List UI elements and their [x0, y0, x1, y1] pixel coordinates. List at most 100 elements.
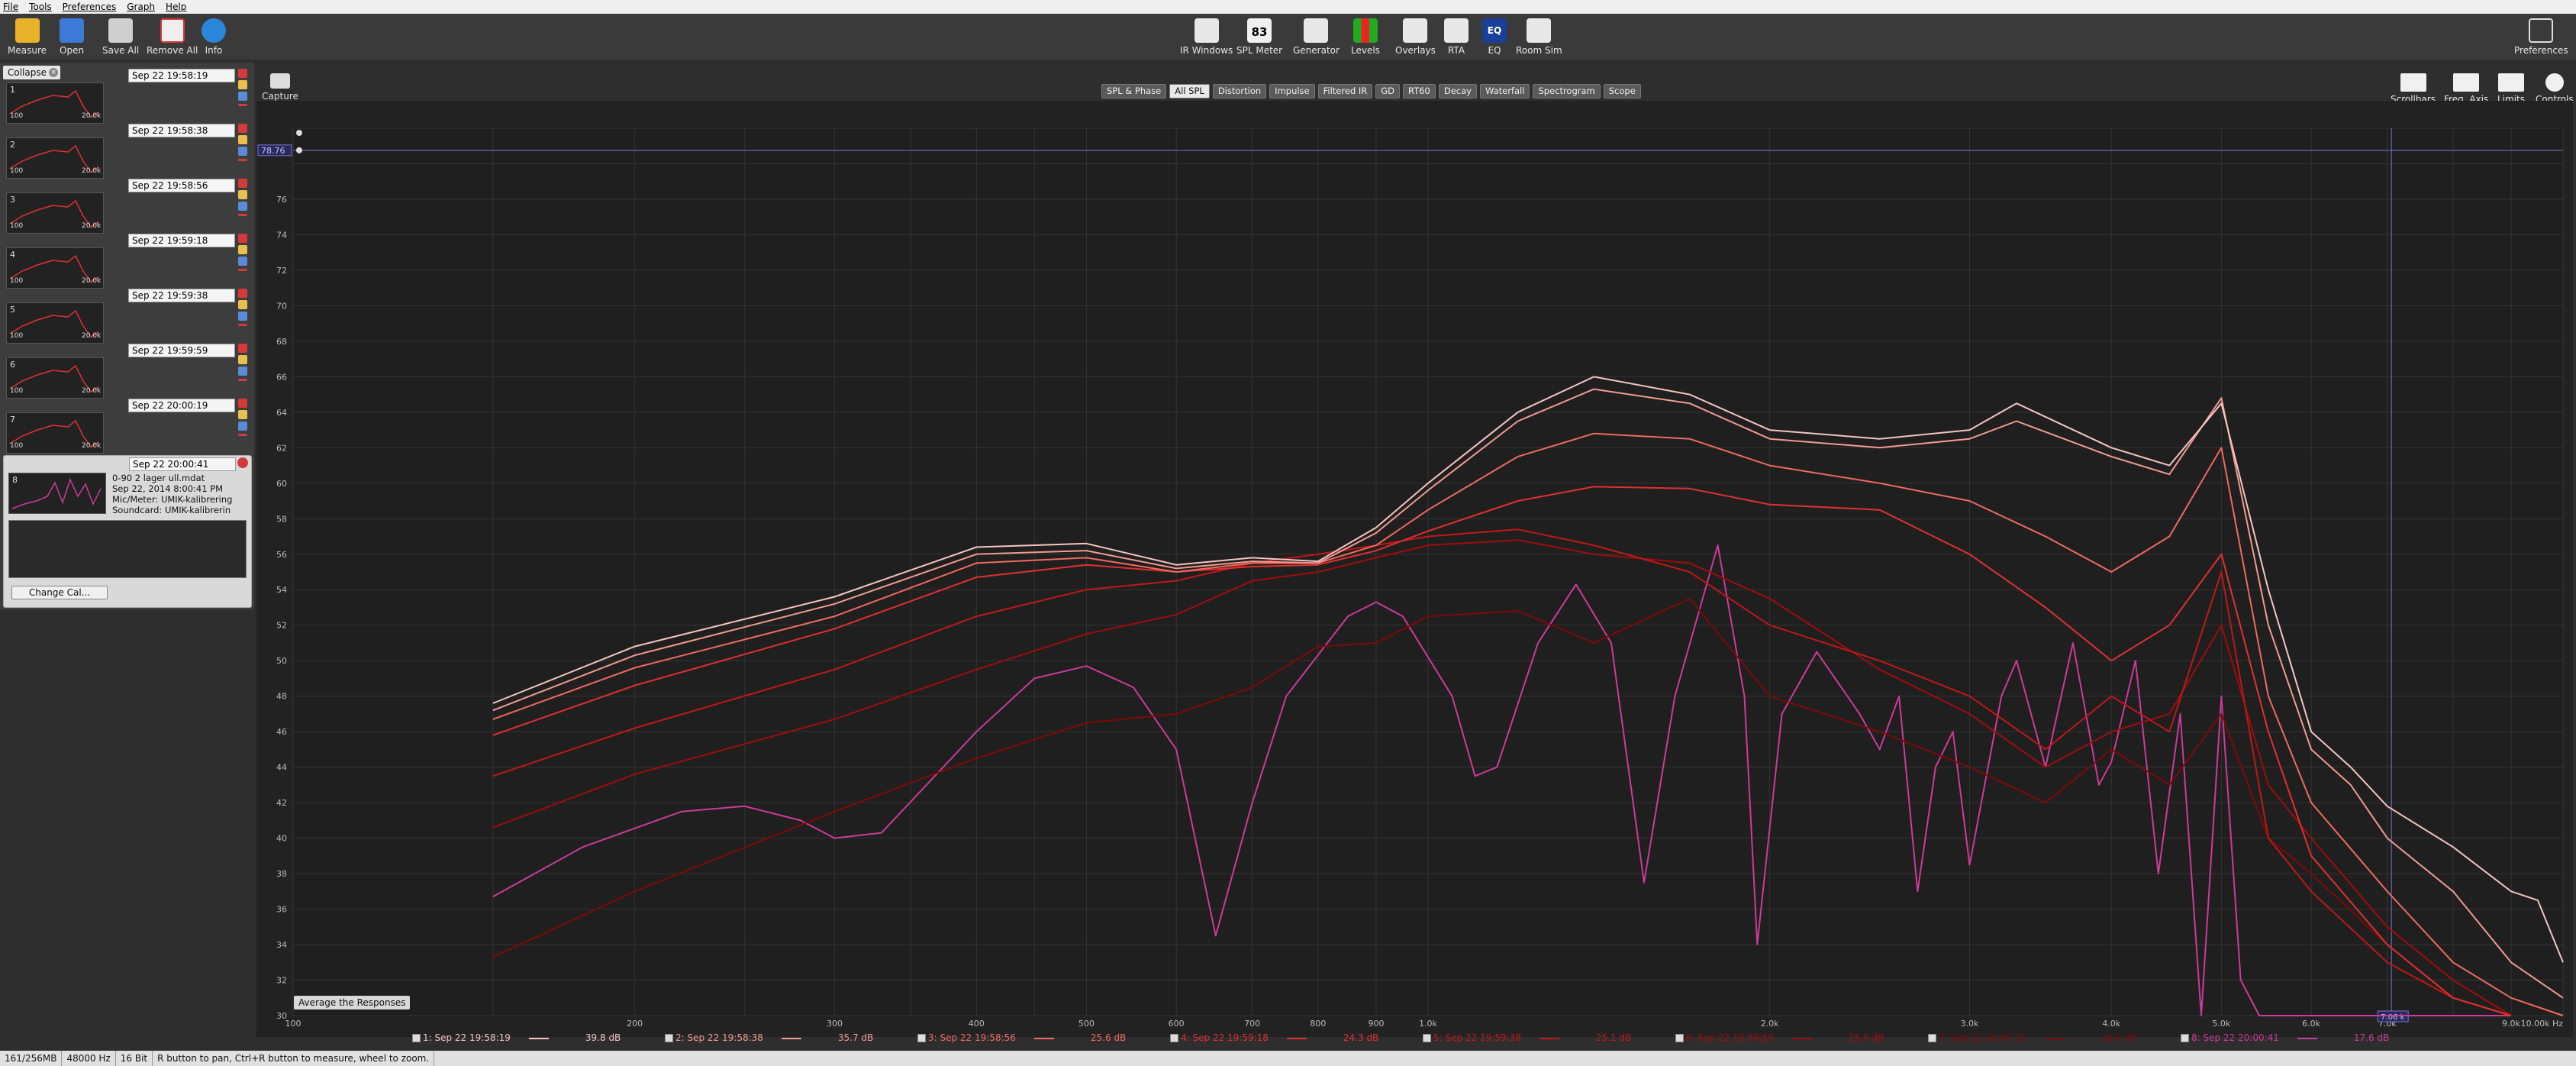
measurement-name-field[interactable]: Sep 22 19:58:56 [128, 179, 235, 192]
line-style-icon[interactable] [238, 214, 247, 216]
color-icon[interactable] [238, 257, 247, 266]
limits-button[interactable]: Limits [2497, 73, 2525, 105]
overlays-button[interactable]: Overlays [1395, 18, 1436, 56]
legend-entry[interactable]: 1: Sep 22 19:58:19 39.8 dB [412, 1032, 621, 1043]
tab-all-spl[interactable]: All SPL [1169, 84, 1210, 99]
color-icon[interactable] [238, 422, 247, 431]
tab-spectrogram[interactable]: Spectrogram [1533, 84, 1601, 99]
measurement-thumbnail[interactable]: 8 [8, 473, 106, 514]
tab-filtered-ir[interactable]: Filtered IR [1317, 84, 1373, 99]
line-style-icon[interactable] [238, 434, 247, 436]
color-icon[interactable] [238, 202, 247, 211]
controls-button[interactable]: Controls [2536, 73, 2574, 105]
remove-measurement-icon[interactable] [238, 344, 247, 353]
edit-icon[interactable] [238, 190, 247, 199]
legend-checkbox[interactable] [1423, 1034, 1431, 1042]
color-icon[interactable] [238, 147, 247, 156]
info-button[interactable]: Info [202, 18, 226, 56]
line-style-icon[interactable] [238, 324, 247, 326]
menu-graph[interactable]: Graph [127, 2, 155, 12]
tab-spl-phase[interactable]: SPL & Phase [1101, 84, 1167, 99]
measurement-item[interactable]: Sep 22 19:59:59 6 100 20.0k [6, 344, 249, 399]
legend-entry[interactable]: 2: Sep 22 19:58:38 35.7 dB [665, 1032, 873, 1043]
scrollbars-button[interactable]: Scrollbars [2391, 73, 2436, 105]
spl-graph[interactable]: 76 74 72 70 68 66 64 62 60 58 56 54 52 50 48 46 44 42 40 38… [256, 101, 2573, 1037]
tab-waterfall[interactable]: Waterfall [1479, 84, 1530, 99]
legend-checkbox[interactable] [665, 1034, 673, 1042]
freq-axis-button[interactable]: Freq. Axis [2444, 73, 2488, 105]
measurement-item[interactable]: Sep 22 19:58:56 3 100 20.0k [6, 179, 249, 234]
measurement-item[interactable]: Sep 22 20:00:19 7 100 20.0k [6, 399, 249, 454]
remove-measurement-icon[interactable] [238, 124, 247, 133]
tab-gd[interactable]: GD [1375, 84, 1401, 99]
measurement-name-field[interactable]: Sep 22 20:00:41 [129, 457, 236, 471]
legend-checkbox[interactable] [412, 1034, 421, 1042]
measurement-item[interactable]: Sep 22 19:59:38 5 100 20.0k [6, 289, 249, 344]
measurement-thumbnail[interactable]: 4 100 20.0k [6, 247, 104, 289]
tab-rt60[interactable]: RT60 [1403, 84, 1436, 99]
remove-measurement-icon[interactable] [238, 289, 247, 298]
change-cal-button[interactable]: Change Cal... [11, 586, 108, 599]
edit-icon[interactable] [238, 135, 247, 144]
measurement-name-field[interactable]: Sep 22 20:00:19 [128, 399, 235, 412]
tab-distortion[interactable]: Distortion [1212, 84, 1267, 99]
tab-impulse[interactable]: Impulse [1269, 84, 1315, 99]
preferences-button[interactable]: Preferences [2514, 18, 2568, 56]
color-icon[interactable] [238, 92, 247, 101]
legend-checkbox[interactable] [2181, 1034, 2189, 1042]
menu-tools[interactable]: Tools [29, 2, 52, 12]
menu-file[interactable]: File [3, 2, 18, 12]
measurement-thumbnail[interactable]: 6 100 20.0k [6, 357, 104, 399]
measurement-name-field[interactable]: Sep 22 19:59:18 [128, 234, 235, 247]
edit-icon[interactable] [238, 410, 247, 419]
selected-measurement[interactable]: 8 Sep 22 20:00:41 0-90 2 lager ull.mdat … [3, 455, 252, 608]
room-sim-button[interactable]: Room Sim [1516, 18, 1562, 56]
tab-decay[interactable]: Decay [1438, 84, 1477, 99]
line-style-icon[interactable] [238, 159, 247, 161]
eq-button[interactable]: EQ EQ [1482, 18, 1507, 56]
remove-measurement-icon[interactable] [237, 457, 248, 468]
average-responses-button[interactable]: Average the Responses [294, 996, 411, 1009]
color-icon[interactable] [238, 312, 247, 321]
remove-measurement-icon[interactable] [238, 234, 247, 243]
open-button[interactable]: Open [60, 18, 84, 56]
menu-help[interactable]: Help [166, 2, 186, 12]
measurement-item[interactable]: Sep 22 19:58:19 1 100 20.0k [6, 69, 249, 124]
measurement-thumbnail[interactable]: 7 100 20.0k [6, 412, 104, 454]
measurement-thumbnail[interactable]: 3 100 20.0k [6, 192, 104, 234]
capture-button[interactable]: Capture [258, 73, 302, 102]
line-style-icon[interactable] [238, 269, 247, 271]
chart-svg[interactable]: 76 74 72 70 68 66 64 62 60 58 56 54 52 50 48 46 44 42 40 38… [256, 101, 2573, 1037]
measurement-name-field[interactable]: Sep 22 19:59:59 [128, 344, 235, 357]
measurement-thumbnail[interactable]: 5 100 20.0k [6, 302, 104, 344]
measurement-name-field[interactable]: Sep 22 19:58:38 [128, 124, 235, 137]
color-icon[interactable] [238, 367, 247, 376]
rta-button[interactable]: RTA [1444, 18, 1469, 56]
measurement-item[interactable]: Sep 22 19:58:38 2 100 20.0k [6, 124, 249, 179]
legend-entry[interactable]: 8: Sep 22 20:00:41 17.6 dB [2181, 1032, 2389, 1043]
ir-windows-button[interactable]: IR Windows [1180, 18, 1233, 56]
remove-all-button[interactable]: Remove All [147, 18, 198, 56]
spl-meter-button[interactable]: 83 SPL Meter [1236, 18, 1282, 56]
menu-preferences[interactable]: Preferences [63, 2, 117, 12]
line-style-icon[interactable] [238, 104, 247, 106]
legend-checkbox[interactable] [917, 1034, 926, 1042]
tab-scope[interactable]: Scope [1603, 84, 1641, 99]
legend-entry[interactable]: 3: Sep 22 19:58:56 25.6 dB [917, 1032, 1126, 1043]
measure-button[interactable]: Measure [8, 18, 47, 56]
legend-checkbox[interactable] [1170, 1034, 1178, 1042]
legend-checkbox[interactable] [1928, 1034, 1936, 1042]
remove-measurement-icon[interactable] [238, 179, 247, 188]
legend-entry[interactable]: 5: Sep 22 19:59:38 25.1 dB [1423, 1032, 1631, 1043]
legend-checkbox[interactable] [1675, 1034, 1684, 1042]
remove-measurement-icon[interactable] [238, 399, 247, 408]
remove-measurement-icon[interactable] [238, 69, 247, 78]
measurement-thumbnail[interactable]: 1 100 20.0k [6, 82, 104, 124]
legend-entry[interactable]: 7: Sep 22 20:00:19 16.0 dB [1928, 1032, 2136, 1043]
measurement-item[interactable]: Sep 22 19:59:18 4 100 20.0k [6, 234, 249, 289]
measurement-notes[interactable] [8, 520, 247, 578]
save-all-button[interactable]: Save All [102, 18, 139, 56]
generator-button[interactable]: Generator [1293, 18, 1340, 56]
legend-entry[interactable]: 4: Sep 22 19:59:18 24.3 dB [1170, 1032, 1378, 1043]
edit-icon[interactable] [238, 300, 247, 309]
